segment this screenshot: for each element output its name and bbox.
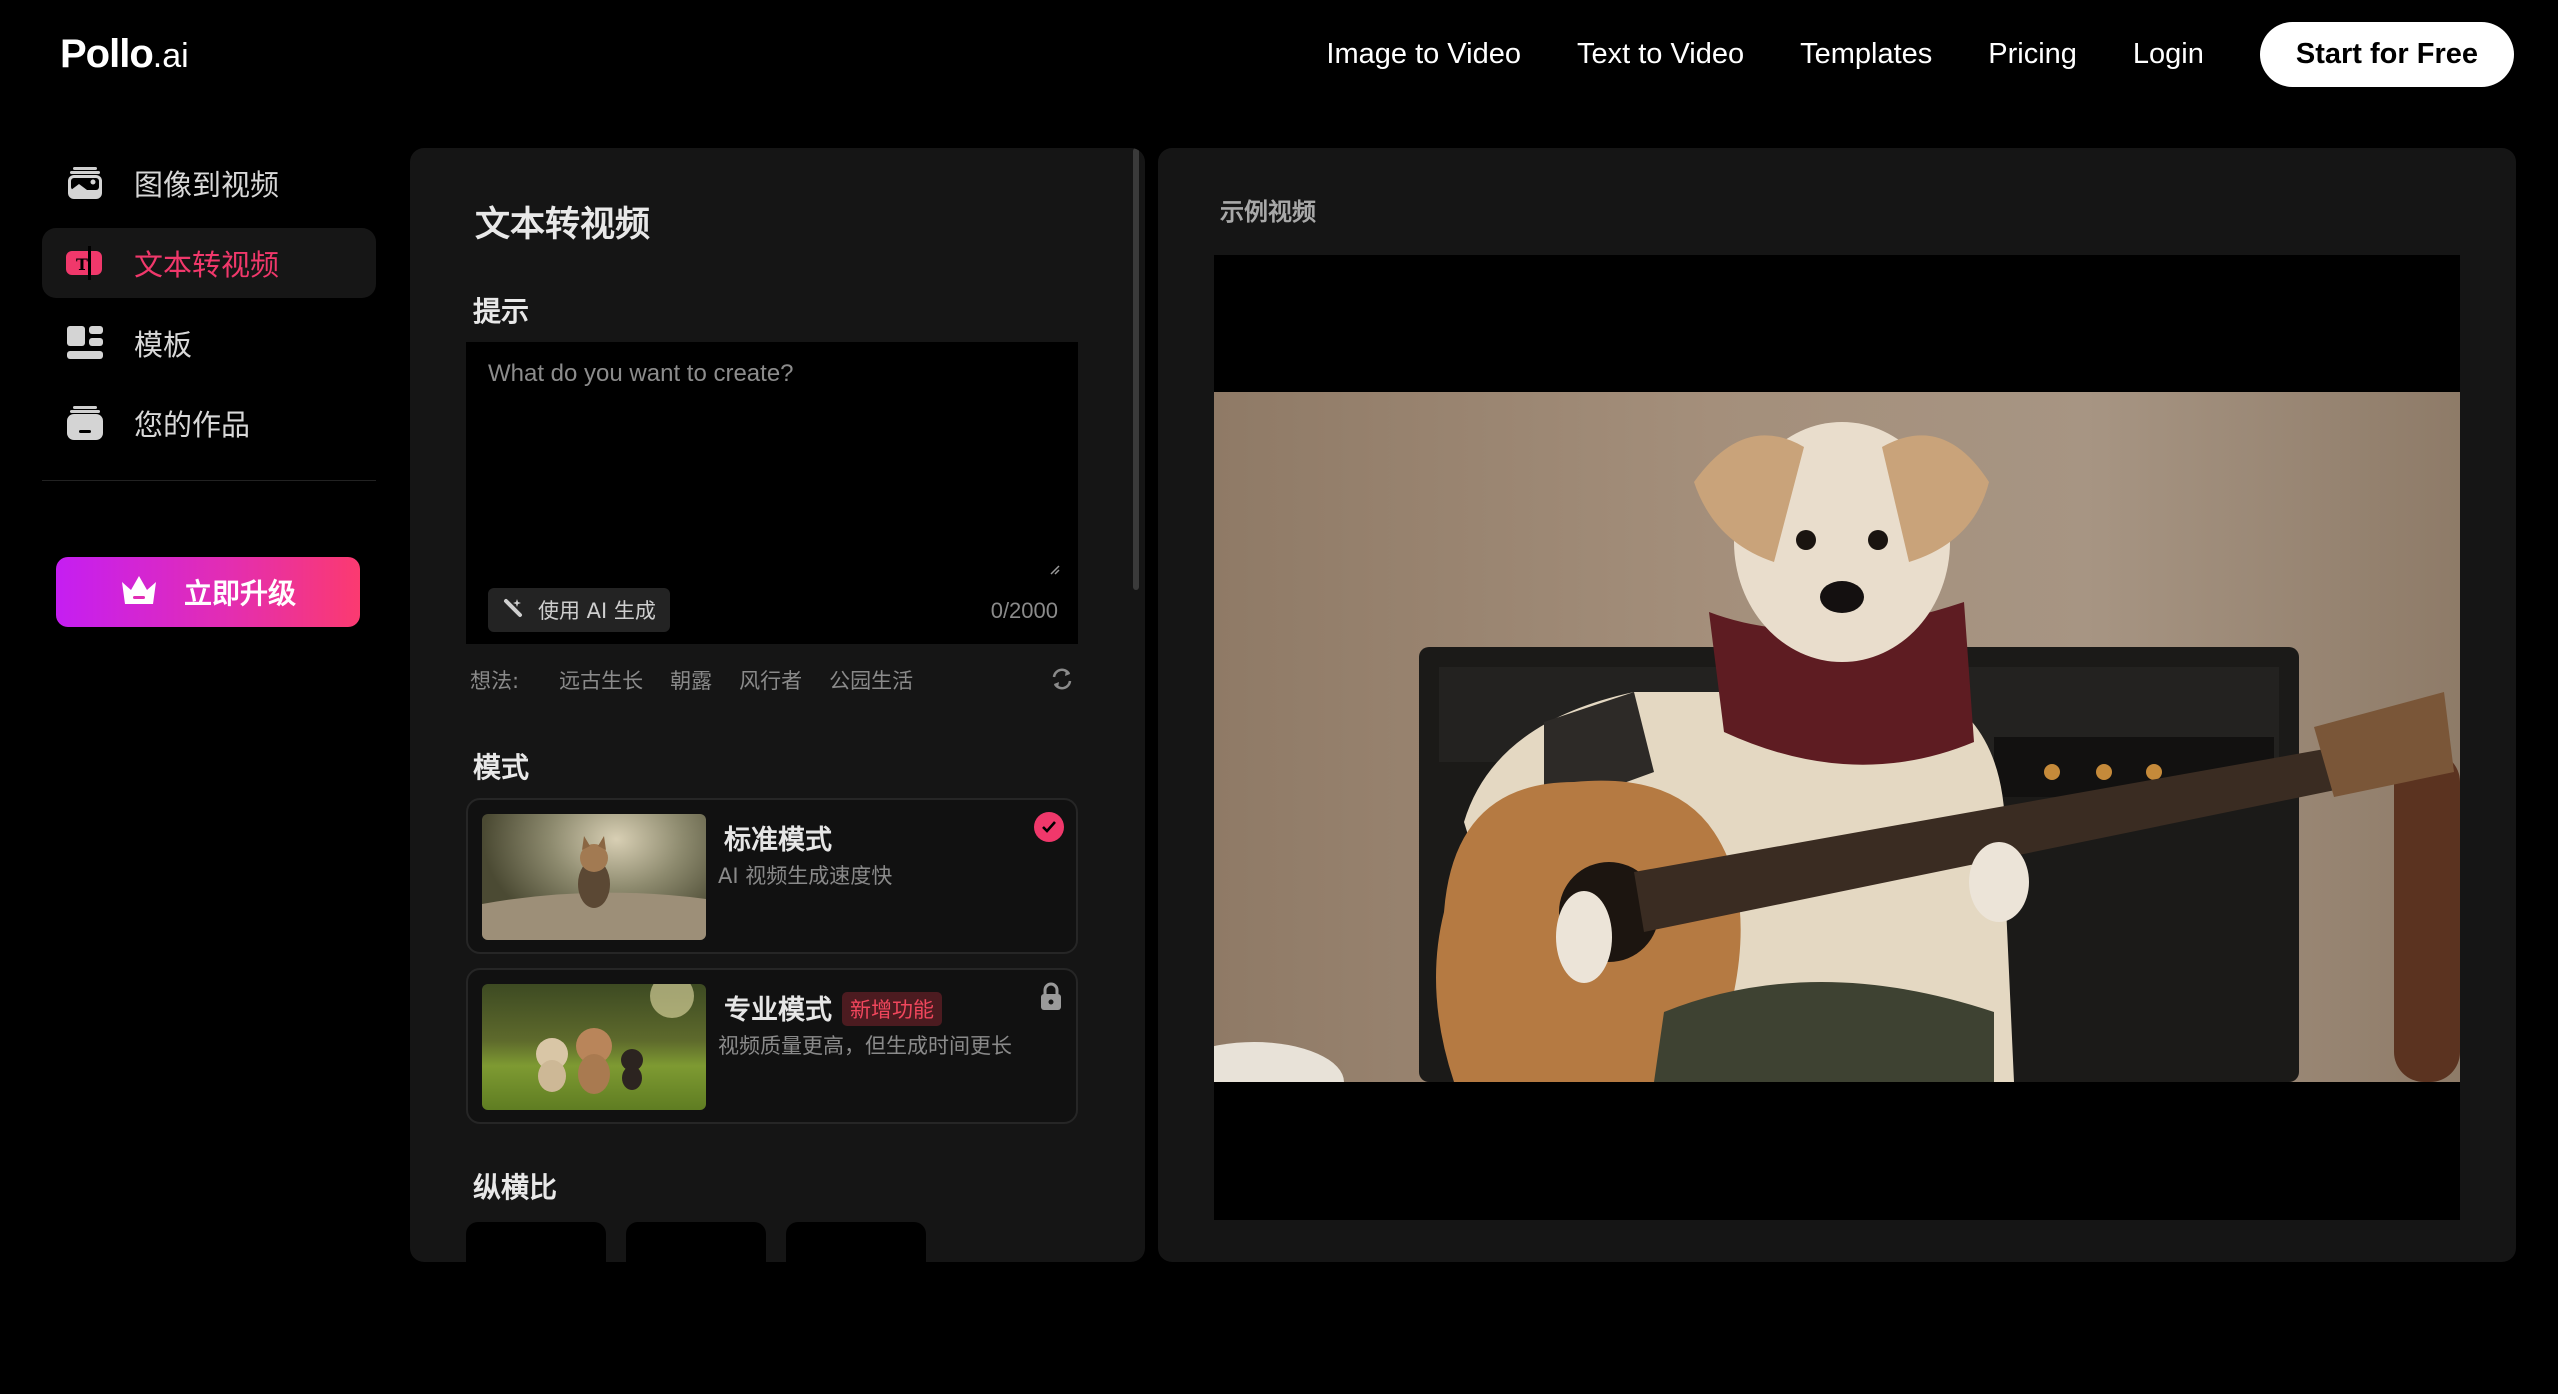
mode-description: 视频质量更高，但生成时间更长: [718, 1034, 1012, 1058]
lock-icon: [1040, 982, 1062, 1012]
video-frame: [1214, 392, 2460, 1082]
char-counter: 0/2000: [990, 598, 1058, 623]
aspect-ratio-section-title: 纵横比: [473, 1171, 558, 1204]
panel-scrollbar[interactable]: [1133, 148, 1139, 590]
ideas-row: 想法: 远古生长 朝露 风行者 公园生活: [470, 662, 1075, 698]
template-grid-icon: [66, 324, 104, 362]
aspect-ratio-option[interactable]: [626, 1222, 766, 1262]
new-feature-badge: 新增功能: [842, 992, 942, 1026]
mode-option-pro[interactable]: 专业模式 新增功能 视频质量更高，但生成时间更长: [466, 968, 1078, 1124]
mode-name-text: 专业模式: [724, 995, 832, 1026]
example-video-title: 示例视频: [1220, 198, 1316, 226]
logo[interactable]: Pollo.ai: [60, 32, 189, 77]
magic-wand-icon: [502, 597, 524, 623]
idea-chip[interactable]: 远古生长: [559, 665, 643, 695]
ai-generate-label: 使用 AI 生成: [538, 599, 656, 623]
prompt-box: 使用 AI 生成 0/2000: [466, 342, 1078, 644]
idea-chip[interactable]: 公园生活: [829, 665, 913, 695]
check-icon: [1034, 812, 1064, 842]
logo-main: Pollo: [60, 32, 154, 76]
ai-generate-button[interactable]: 使用 AI 生成: [488, 588, 670, 632]
refresh-icon[interactable]: [1049, 666, 1075, 692]
nav-text-to-video[interactable]: Text to Video: [1577, 38, 1744, 71]
ideas-label: 想法:: [470, 669, 520, 693]
sidebar-item-image-to-video[interactable]: 图像到视频: [42, 148, 376, 218]
text-video-icon: T: [66, 244, 104, 282]
upgrade-button[interactable]: 立即升级: [56, 557, 360, 627]
sidebar-item-label: 模板: [134, 328, 193, 362]
works-tray-icon: [66, 404, 104, 442]
example-video-player[interactable]: [1214, 255, 2460, 1220]
nav-templates[interactable]: Templates: [1800, 38, 1932, 71]
sidebar-item-your-works[interactable]: 您的作品: [42, 388, 376, 458]
sidebar-item-label: 图像到视频: [134, 168, 280, 202]
idea-chip[interactable]: 朝露: [670, 665, 712, 695]
standard-mode-thumbnail: [482, 814, 706, 940]
prompt-section-title: 提示: [473, 295, 530, 328]
nav-pricing[interactable]: Pricing: [1988, 38, 2077, 71]
top-nav: Image to Video Text to Video Templates P…: [1326, 22, 2514, 87]
logo-suffix: .ai: [152, 37, 189, 75]
nav-login[interactable]: Login: [2133, 38, 2204, 71]
mode-option-standard[interactable]: 标准模式 AI 视频生成速度快: [466, 798, 1078, 954]
start-for-free-button[interactable]: Start for Free: [2259, 22, 2514, 87]
upgrade-label: 立即升级: [183, 577, 296, 610]
mode-name: 标准模式: [724, 825, 832, 856]
prompt-input[interactable]: [466, 342, 1078, 582]
sidebar-divider: [42, 480, 376, 481]
mode-description: AI 视频生成速度快: [718, 864, 893, 888]
mode-name: 专业模式 新增功能: [724, 988, 942, 1027]
text-to-video-panel: 文本转视频 提示 使用 AI 生成 0/2000 想法: 远古生长 朝露 风行者…: [410, 148, 1145, 1262]
pro-mode-thumbnail: [482, 984, 706, 1110]
example-video-panel: 示例视频: [1158, 148, 2516, 1262]
aspect-ratio-option[interactable]: [786, 1222, 926, 1262]
nav-image-to-video[interactable]: Image to Video: [1326, 38, 1521, 71]
svg-text:T: T: [76, 255, 88, 274]
sidebar-item-label: 您的作品: [134, 408, 251, 442]
image-stack-icon: [66, 164, 104, 202]
sidebar: 图像到视频 T 文本转视频 模板 您的作品: [42, 148, 376, 481]
dog-guitar-video-still: [1214, 422, 2460, 1082]
crown-icon: [120, 574, 158, 610]
idea-chip[interactable]: 风行者: [739, 665, 802, 695]
sidebar-item-label: 文本转视频: [134, 248, 280, 282]
panel-title: 文本转视频: [475, 205, 651, 245]
aspect-ratio-option[interactable]: [466, 1222, 606, 1262]
resize-grip-icon[interactable]: [1048, 560, 1060, 575]
mode-section-title: 模式: [473, 751, 530, 784]
sidebar-item-text-to-video[interactable]: T 文本转视频: [42, 228, 376, 298]
sidebar-item-templates[interactable]: 模板: [42, 308, 376, 378]
